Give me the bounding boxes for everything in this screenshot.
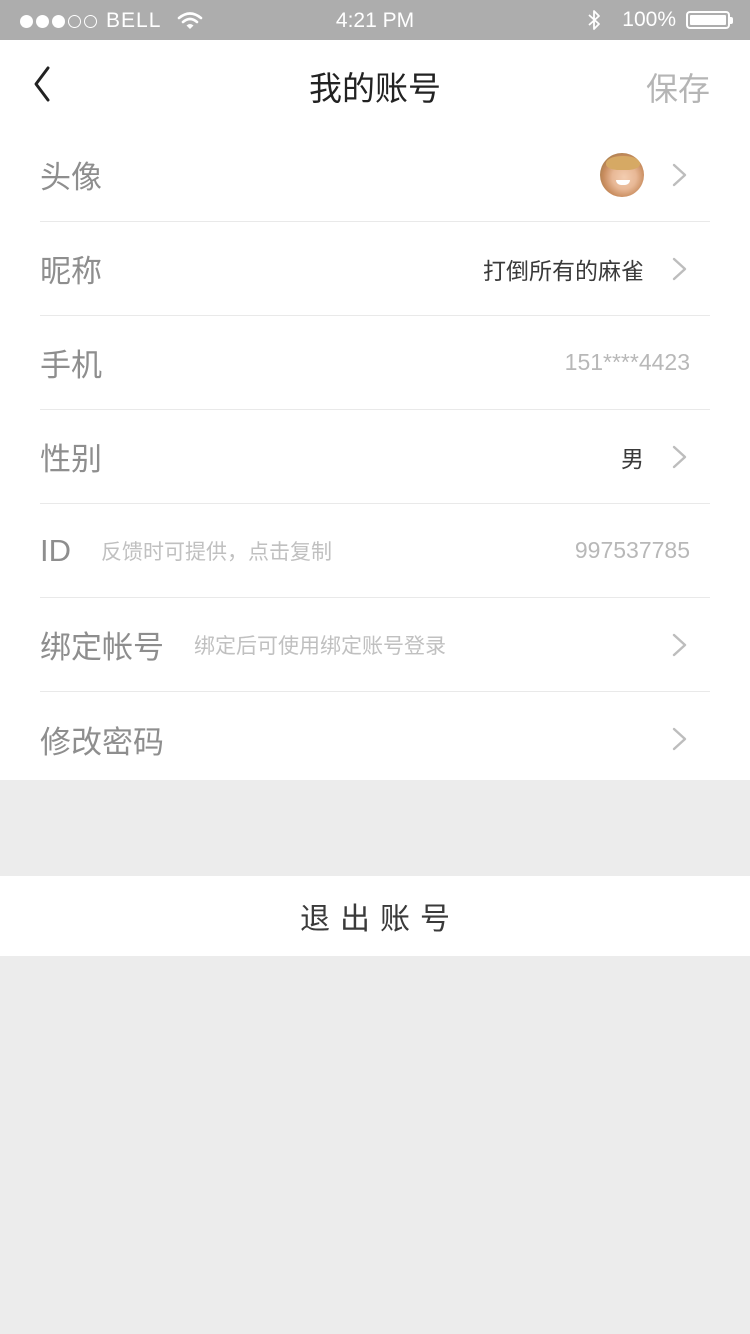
battery-icon <box>686 11 733 29</box>
battery-level <box>690 15 726 25</box>
change-password-label: 修改密码 <box>40 724 164 761</box>
logout-label: 退出账号 <box>300 902 460 937</box>
id-label: ID <box>40 532 71 568</box>
bind-account-row-right <box>644 598 690 691</box>
avatar <box>600 152 644 197</box>
chevron-right-icon <box>672 727 687 751</box>
status-bar: BELL 4:21 PM 100% <box>0 0 750 40</box>
chevron-right-icon <box>672 163 687 186</box>
chevron-right-icon <box>672 633 687 656</box>
bind-account-hint: 绑定后可使用绑定账号登录 <box>194 633 446 658</box>
change-password-row[interactable]: 修改密码 <box>40 692 710 786</box>
avatar-row-right <box>600 128 690 221</box>
nickname-row-right: 打倒所有的麻雀 <box>483 222 690 315</box>
gender-row[interactable]: 性别 男 <box>40 410 710 504</box>
phone-label: 手机 <box>40 348 102 384</box>
bluetooth-icon <box>588 10 601 30</box>
account-settings-list: 头像 昵称 打倒所有的麻雀 手机 151****4423 性别 男 ID 反馈时… <box>0 128 750 780</box>
phone-row: 手机 151****4423 <box>40 316 710 410</box>
avatar-label: 头像 <box>40 160 102 196</box>
battery-percent: 100% <box>622 8 676 31</box>
nickname-row[interactable]: 昵称 打倒所有的麻雀 <box>40 222 710 316</box>
gender-label: 性别 <box>40 442 102 478</box>
id-row-right: 997537785 <box>575 504 690 597</box>
nickname-label: 昵称 <box>40 254 102 290</box>
page-title: 我的账号 <box>309 69 441 108</box>
id-value: 997537785 <box>574 537 690 563</box>
gender-value: 男 <box>621 446 644 473</box>
id-row[interactable]: ID 反馈时可提供，点击复制 997537785 <box>40 504 710 598</box>
navigation-bar: 我的账号 保存 <box>0 40 750 128</box>
save-button[interactable]: 保存 <box>646 64 710 110</box>
nickname-value: 打倒所有的麻雀 <box>483 258 644 285</box>
chevron-right-icon <box>672 445 687 468</box>
avatar-row[interactable]: 头像 <box>40 128 710 222</box>
bind-account-label: 绑定帐号 <box>40 630 164 666</box>
logout-button[interactable]: 退出账号 <box>0 876 750 956</box>
phone-value: 151****4423 <box>564 349 690 375</box>
status-right: 100% <box>586 8 733 32</box>
bind-account-row[interactable]: 绑定帐号 绑定后可使用绑定账号登录 <box>40 598 710 692</box>
gender-row-right: 男 <box>621 410 690 503</box>
phone-row-right: 151****4423 <box>565 316 690 409</box>
chevron-right-icon <box>672 257 687 280</box>
change-password-row-right <box>644 692 690 786</box>
id-hint: 反馈时可提供，点击复制 <box>101 539 332 564</box>
